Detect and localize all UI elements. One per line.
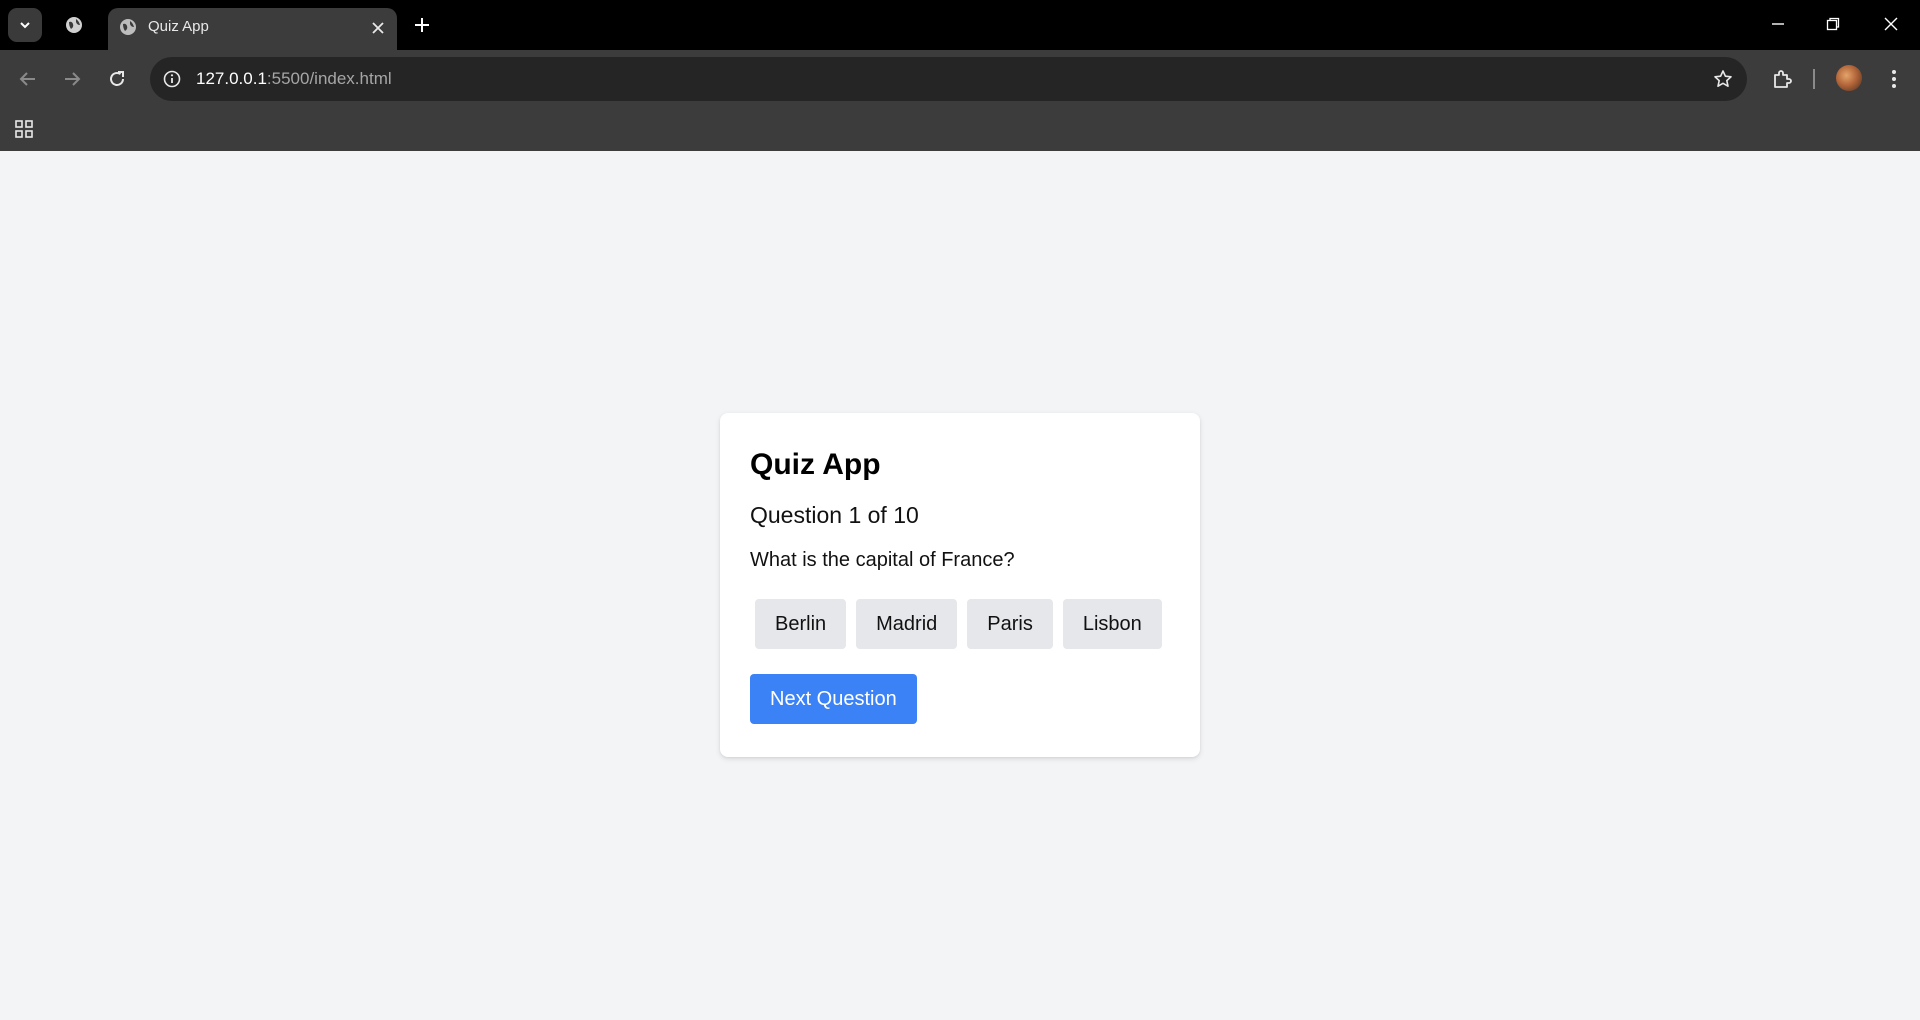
avatar[interactable] (1836, 65, 1862, 91)
toolbar-divider (1813, 69, 1815, 89)
minimize-icon[interactable] (1758, 8, 1798, 40)
active-tab[interactable]: Quiz App (108, 8, 397, 50)
globe-icon[interactable] (60, 11, 88, 39)
tab-search-button[interactable] (8, 8, 42, 42)
tab-title: Quiz App (148, 18, 209, 35)
globe-icon (118, 17, 138, 37)
next-question-button[interactable]: Next Question (750, 674, 917, 724)
apps-grid-icon[interactable] (12, 117, 36, 141)
option-button-paris[interactable]: Paris (967, 599, 1053, 649)
question-counter: Question 1 of 10 (750, 502, 919, 528)
bookmarks-bar (0, 108, 1920, 151)
restore-icon[interactable] (1813, 8, 1853, 40)
close-icon[interactable] (1871, 8, 1911, 40)
url-host: 127.0.0.1 (196, 69, 267, 88)
tab-strip: Quiz App (0, 0, 1920, 50)
option-button-madrid[interactable]: Madrid (856, 599, 958, 649)
page-title: Quiz App (750, 448, 881, 481)
plus-icon[interactable] (408, 11, 436, 39)
page-viewport: Quiz App Question 1 of 10 What is the ca… (0, 151, 1920, 1020)
option-button-berlin[interactable]: Berlin (755, 599, 847, 649)
url-path: :5500/index.html (266, 69, 392, 88)
info-icon[interactable] (160, 67, 184, 91)
option-button-lisbon[interactable]: Lisbon (1062, 599, 1162, 649)
answer-options: Berlin Madrid Paris Lisbon (750, 599, 1170, 649)
url-text: 127.0.0.1:5500/index.html (196, 69, 392, 89)
star-icon[interactable] (1711, 67, 1735, 91)
forward-arrow-icon[interactable] (56, 63, 88, 95)
close-icon[interactable] (367, 17, 389, 39)
kebab-menu-icon[interactable] (1878, 63, 1910, 95)
quiz-card: Quiz App Question 1 of 10 What is the ca… (720, 413, 1200, 757)
back-arrow-icon[interactable] (12, 63, 44, 95)
chevron-down-icon (20, 22, 30, 29)
reload-icon[interactable] (101, 63, 133, 95)
address-bar[interactable]: 127.0.0.1:5500/index.html (150, 57, 1747, 101)
extensions-icon[interactable] (1766, 63, 1798, 95)
browser-toolbar: 127.0.0.1:5500/index.html (0, 50, 1920, 108)
question-text: What is the capital of France? (750, 549, 1015, 571)
